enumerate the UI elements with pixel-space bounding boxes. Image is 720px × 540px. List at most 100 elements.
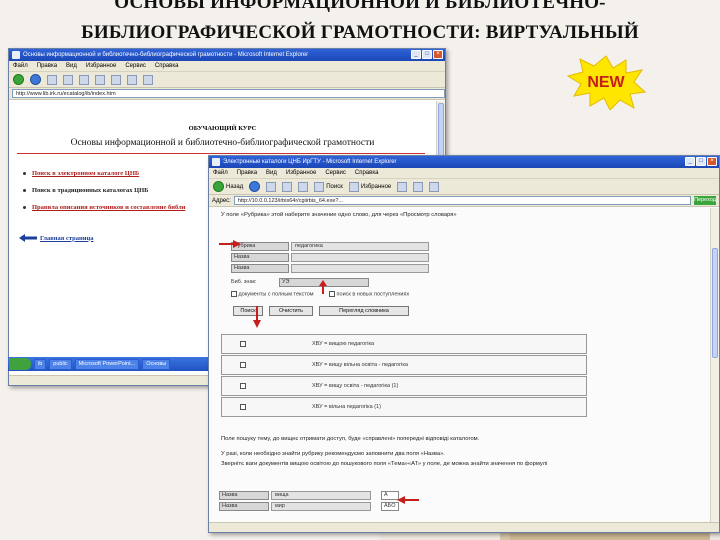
browse-dictionary-button[interactable]: Перегляд словника [319, 306, 409, 316]
menu-tools[interactable]: Сервис [125, 61, 146, 71]
window2-address-input[interactable]: http://10.0.0.123/irbis64r/cgiirbis_64.e… [233, 196, 691, 205]
menu-edit[interactable]: Правка [37, 61, 57, 71]
red-arrow-down-icon [253, 306, 261, 328]
favorites-icon[interactable] [111, 74, 121, 85]
address-label: Адрес: [212, 197, 231, 204]
result-row[interactable]: ХВУ = вільна педагогіка (1) [221, 397, 587, 417]
link-description-rules[interactable]: Правила описания источников и составлени… [32, 204, 186, 211]
favorites-label: Избранное [360, 183, 392, 190]
link-ecatalog-search[interactable]: Поиск в электронном каталоге ЦНБ [32, 170, 139, 177]
result-row[interactable]: ХВУ = вищу вільна освіта - педагогіка [221, 355, 587, 375]
result-checkbox[interactable] [240, 341, 246, 347]
clear-button[interactable]: Очистить [269, 306, 313, 316]
course-link-item: Поиск в традиционных каталогах ЦНБ [23, 182, 186, 199]
menu-view[interactable]: Вид [266, 168, 277, 178]
taskbar-item-public[interactable]: public [49, 358, 72, 370]
menu-view[interactable]: Вид [66, 61, 77, 71]
menu-help[interactable]: Справка [355, 168, 379, 178]
new-items-label: поиск в новых поступлениях [336, 291, 410, 298]
taskbar-item-powerpoint[interactable]: Microsoft PowerPoint... [74, 358, 140, 370]
forward-icon[interactable] [30, 74, 41, 85]
print-icon[interactable] [429, 181, 440, 192]
info-paragraph-2: У разі, коли необхідно знайти рубрику ре… [221, 451, 445, 457]
field-type-select[interactable]: Назва [219, 491, 269, 500]
back-icon[interactable] [13, 74, 24, 85]
window2-scroll-thumb[interactable] [712, 248, 718, 358]
window1-scroll-thumb[interactable] [438, 103, 444, 163]
result-row[interactable]: ХВУ = вищою педагогіка [221, 334, 587, 354]
result-checkbox[interactable] [240, 362, 246, 368]
field-type-select[interactable]: Назва [231, 253, 289, 262]
menu-file[interactable]: Файл [13, 61, 28, 71]
slide-title: ОСНОВЫ ИНФОРМАЦИОННОЙ И БИБЛИОТЕЧНО- БИБ… [0, 0, 720, 48]
window2-controls: _ □ × [685, 157, 717, 166]
home-icon[interactable] [79, 74, 89, 85]
menu-help[interactable]: Справка [155, 61, 179, 71]
field-value-input[interactable]: педагогика [291, 242, 429, 251]
menu-file[interactable]: Файл [213, 168, 228, 178]
forward-icon[interactable] [249, 181, 261, 192]
go-button[interactable]: Переход [694, 196, 716, 205]
menu-favorites[interactable]: Избранное [86, 61, 116, 71]
taskbar-item-ib[interactable]: ib [34, 358, 47, 370]
menu-tools[interactable]: Сервис [325, 168, 346, 178]
new-badge-text: NEW [587, 74, 625, 91]
window2-addressbar: Адрес: http://10.0.0.123/irbis64r/cgiirb… [209, 195, 719, 207]
close-button[interactable]: × [707, 157, 717, 166]
back-button[interactable]: Назад [213, 181, 243, 192]
course-link-item: Правила описания источников и составлени… [23, 199, 186, 216]
maximize-button[interactable]: □ [696, 157, 706, 166]
field-type-select[interactable]: Назва [231, 264, 289, 273]
history-icon[interactable] [397, 181, 408, 192]
window2-toolbar: Назад Поиск Избранное [209, 179, 719, 195]
result-row[interactable]: ХВУ = вищу освіта - педагогіка (1) [221, 376, 587, 396]
stop-icon[interactable] [47, 74, 57, 85]
catalog-browser-window: Электронные каталоги ЦНБ ИрГТУ - Microso… [208, 155, 720, 533]
menu-edit[interactable]: Правка [237, 168, 257, 178]
slide-title-line-2: БИБЛИОГРАФИЧЕСКОЙ ГРАМОТНОСТИ: ВИРТУАЛЬН… [81, 22, 639, 43]
minimize-button[interactable]: _ [411, 50, 421, 59]
course-title: Основы информационной и библиотечно-библ… [70, 138, 375, 148]
home-link[interactable]: Главная страница [19, 234, 93, 242]
result-checkbox[interactable] [240, 383, 246, 389]
link-traditional-catalogs[interactable]: Поиск в традиционных каталогах ЦНБ [32, 187, 148, 194]
info-paragraph-1: Поле пошуку тему, до вищеє отримати дост… [221, 436, 480, 442]
bullet-icon [23, 206, 26, 209]
fulltext-checkbox[interactable] [231, 291, 237, 297]
field-value-input[interactable] [291, 264, 429, 273]
close-button[interactable]: × [433, 50, 443, 59]
mail-icon[interactable] [413, 181, 424, 192]
window1-address-input[interactable]: http://www.lib.irk.ru/ecatalog/ib/index.… [12, 89, 445, 98]
history-icon[interactable] [127, 74, 137, 85]
back-label: Назад [226, 183, 244, 190]
menu-favorites[interactable]: Избранное [286, 168, 316, 178]
refresh-icon[interactable] [282, 181, 293, 192]
search-icon[interactable] [95, 74, 105, 85]
home-icon[interactable] [298, 181, 309, 192]
favorites-button[interactable]: Избранное [348, 181, 392, 192]
refresh-icon[interactable] [63, 74, 73, 85]
new-items-checkbox[interactable] [329, 291, 335, 297]
field-value-input[interactable]: вища [271, 491, 371, 500]
window1-title: Основы информационной и библиотечно-библ… [23, 52, 309, 58]
field-type-select[interactable]: Назва [219, 502, 269, 511]
result-checkbox[interactable] [240, 404, 246, 410]
minimize-button[interactable]: _ [685, 157, 695, 166]
window2-statusbar [209, 522, 719, 532]
window2-scrollbar[interactable] [710, 208, 719, 522]
maximize-button[interactable]: □ [422, 50, 432, 59]
db-label: Биб. знак: [231, 279, 257, 285]
new-badge-icon: NEW [566, 55, 646, 110]
field-value-input[interactable] [291, 253, 429, 262]
stop-icon[interactable] [266, 181, 277, 192]
taskbar-item-osnovy[interactable]: Основы [142, 358, 171, 370]
mail-icon[interactable] [143, 74, 153, 85]
window1-menubar: Файл Правка Вид Избранное Сервис Справка [9, 61, 445, 72]
result-text: ХВУ = вищу освіта - педагогіка (1) [312, 383, 399, 389]
start-button[interactable] [9, 358, 31, 370]
field-value-input[interactable]: мир [271, 502, 371, 511]
red-arrow-left-icon [397, 496, 419, 504]
ie-icon [12, 51, 20, 59]
search-button[interactable]: Поиск [314, 181, 343, 192]
bullet-icon [23, 189, 26, 192]
